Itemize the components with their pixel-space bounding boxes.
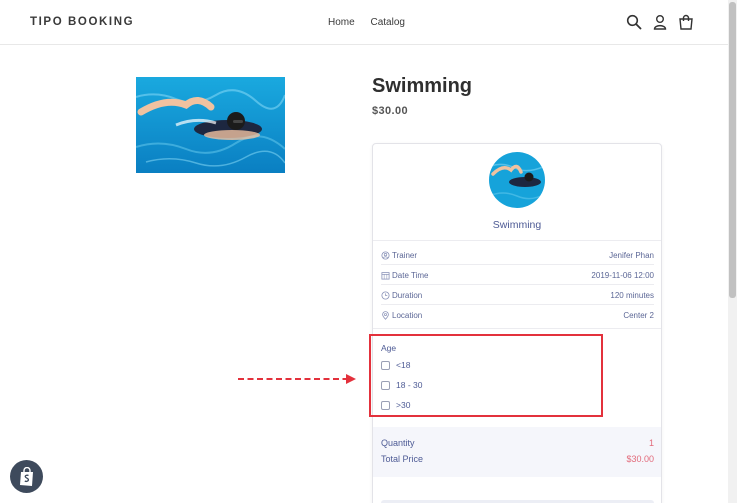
user-icon[interactable] (652, 14, 668, 30)
detail-row-datetime: Date Time 2019-11-06 12:00 (381, 265, 654, 285)
header-icons (626, 14, 694, 30)
totals-panel: Quantity 1 Total Price $30.00 (373, 427, 661, 477)
detail-label: Date Time (392, 271, 429, 280)
service-avatar (489, 152, 545, 208)
total-label: Total Price (381, 454, 424, 464)
detail-value: Jenifer Phan (609, 251, 654, 260)
cart-icon[interactable] (678, 14, 694, 30)
clock-icon (381, 291, 390, 300)
quantity-row: Quantity 1 (381, 438, 654, 448)
divider (373, 328, 661, 329)
detail-label: Location (392, 311, 423, 320)
location-icon (382, 311, 389, 320)
page-scrollbar[interactable] (728, 0, 737, 503)
nav-catalog[interactable]: Catalog (370, 17, 404, 28)
nav-home[interactable]: Home (328, 17, 355, 28)
arrow-annotation-icon (238, 374, 356, 384)
scrollbar-thumb[interactable] (729, 2, 736, 298)
site-header: TIPO BOOKING Home Catalog (0, 0, 728, 45)
product-price: $30.00 (372, 105, 409, 117)
product-image (136, 77, 285, 173)
detail-label: Trainer (392, 251, 418, 260)
shopify-bag-icon[interactable] (10, 460, 43, 493)
total-value: $30.00 (626, 454, 654, 464)
search-icon[interactable] (626, 14, 642, 30)
detail-value: 2019-11-06 12:00 (591, 271, 654, 280)
quantity-value: 1 (648, 438, 654, 448)
detail-value: 120 minutes (610, 291, 654, 300)
divider (373, 240, 661, 241)
main-nav: Home Catalog (328, 17, 418, 28)
trainer-icon (381, 251, 390, 260)
detail-row-location: Location Center 2 (381, 305, 654, 325)
detail-row-duration: Duration 120 minutes (381, 285, 654, 305)
brand-logo[interactable]: TIPO BOOKING (30, 16, 134, 28)
highlight-box (369, 334, 603, 417)
detail-label: Duration (392, 291, 423, 300)
calendar-icon (381, 272, 390, 280)
total-row: Total Price $30.00 (381, 454, 654, 464)
product-title: Swimming (372, 75, 473, 97)
service-name: Swimming (492, 219, 542, 231)
booking-card: Swimming Trainer Jenifer Phan Date Time … (372, 143, 662, 503)
quantity-label: Quantity (381, 438, 415, 448)
detail-row-trainer: Trainer Jenifer Phan (381, 245, 654, 265)
detail-value: Center 2 (623, 311, 654, 320)
